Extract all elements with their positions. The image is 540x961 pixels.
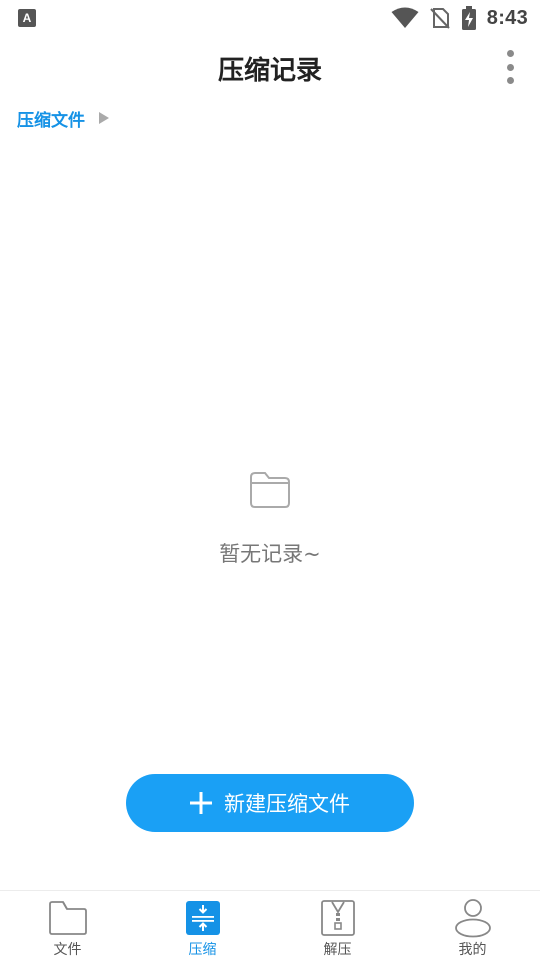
compress-icon: [185, 901, 220, 935]
tab-compress[interactable]: 压缩: [135, 891, 270, 961]
tab-profile[interactable]: 我的: [405, 891, 540, 961]
triangle-right-icon: [99, 112, 109, 124]
svg-text:A: A: [23, 11, 32, 25]
header: 压缩记录: [0, 36, 540, 98]
user-icon: [454, 899, 491, 938]
wifi-icon: [391, 7, 419, 28]
tab-extract-label: 解压: [323, 942, 352, 958]
breadcrumb: 压缩文件: [17, 106, 109, 131]
folder-icon: [250, 472, 290, 508]
tab-compress-label: 压缩: [188, 942, 217, 958]
tab-profile-label: 我的: [458, 942, 487, 958]
new-compress-file-label: 新建压缩文件: [224, 792, 350, 816]
page-title: 压缩记录: [217, 56, 322, 86]
empty-state-text: 暂无记录~: [219, 542, 321, 566]
zip-file-icon: [320, 900, 355, 936]
empty-state: 暂无记录~: [0, 470, 540, 568]
battery-charging-icon: [461, 6, 476, 30]
no-sim-icon: [430, 8, 450, 29]
keyboard-a-icon: A: [18, 9, 36, 27]
breadcrumb-compressed-files[interactable]: 压缩文件: [17, 106, 85, 131]
bottom-tab-bar: 文件 压缩 解压 我的: [0, 890, 540, 961]
more-vertical-icon[interactable]: [498, 50, 522, 84]
tab-extract[interactable]: 解压: [270, 891, 405, 961]
folder-icon: [48, 901, 87, 935]
new-compress-file-button[interactable]: 新建压缩文件: [126, 774, 414, 832]
status-bar: A 8:43: [0, 0, 540, 36]
clock: 8:43: [486, 6, 528, 29]
plus-icon: [190, 792, 212, 814]
tab-files[interactable]: 文件: [0, 891, 135, 961]
tab-files-label: 文件: [53, 942, 82, 958]
